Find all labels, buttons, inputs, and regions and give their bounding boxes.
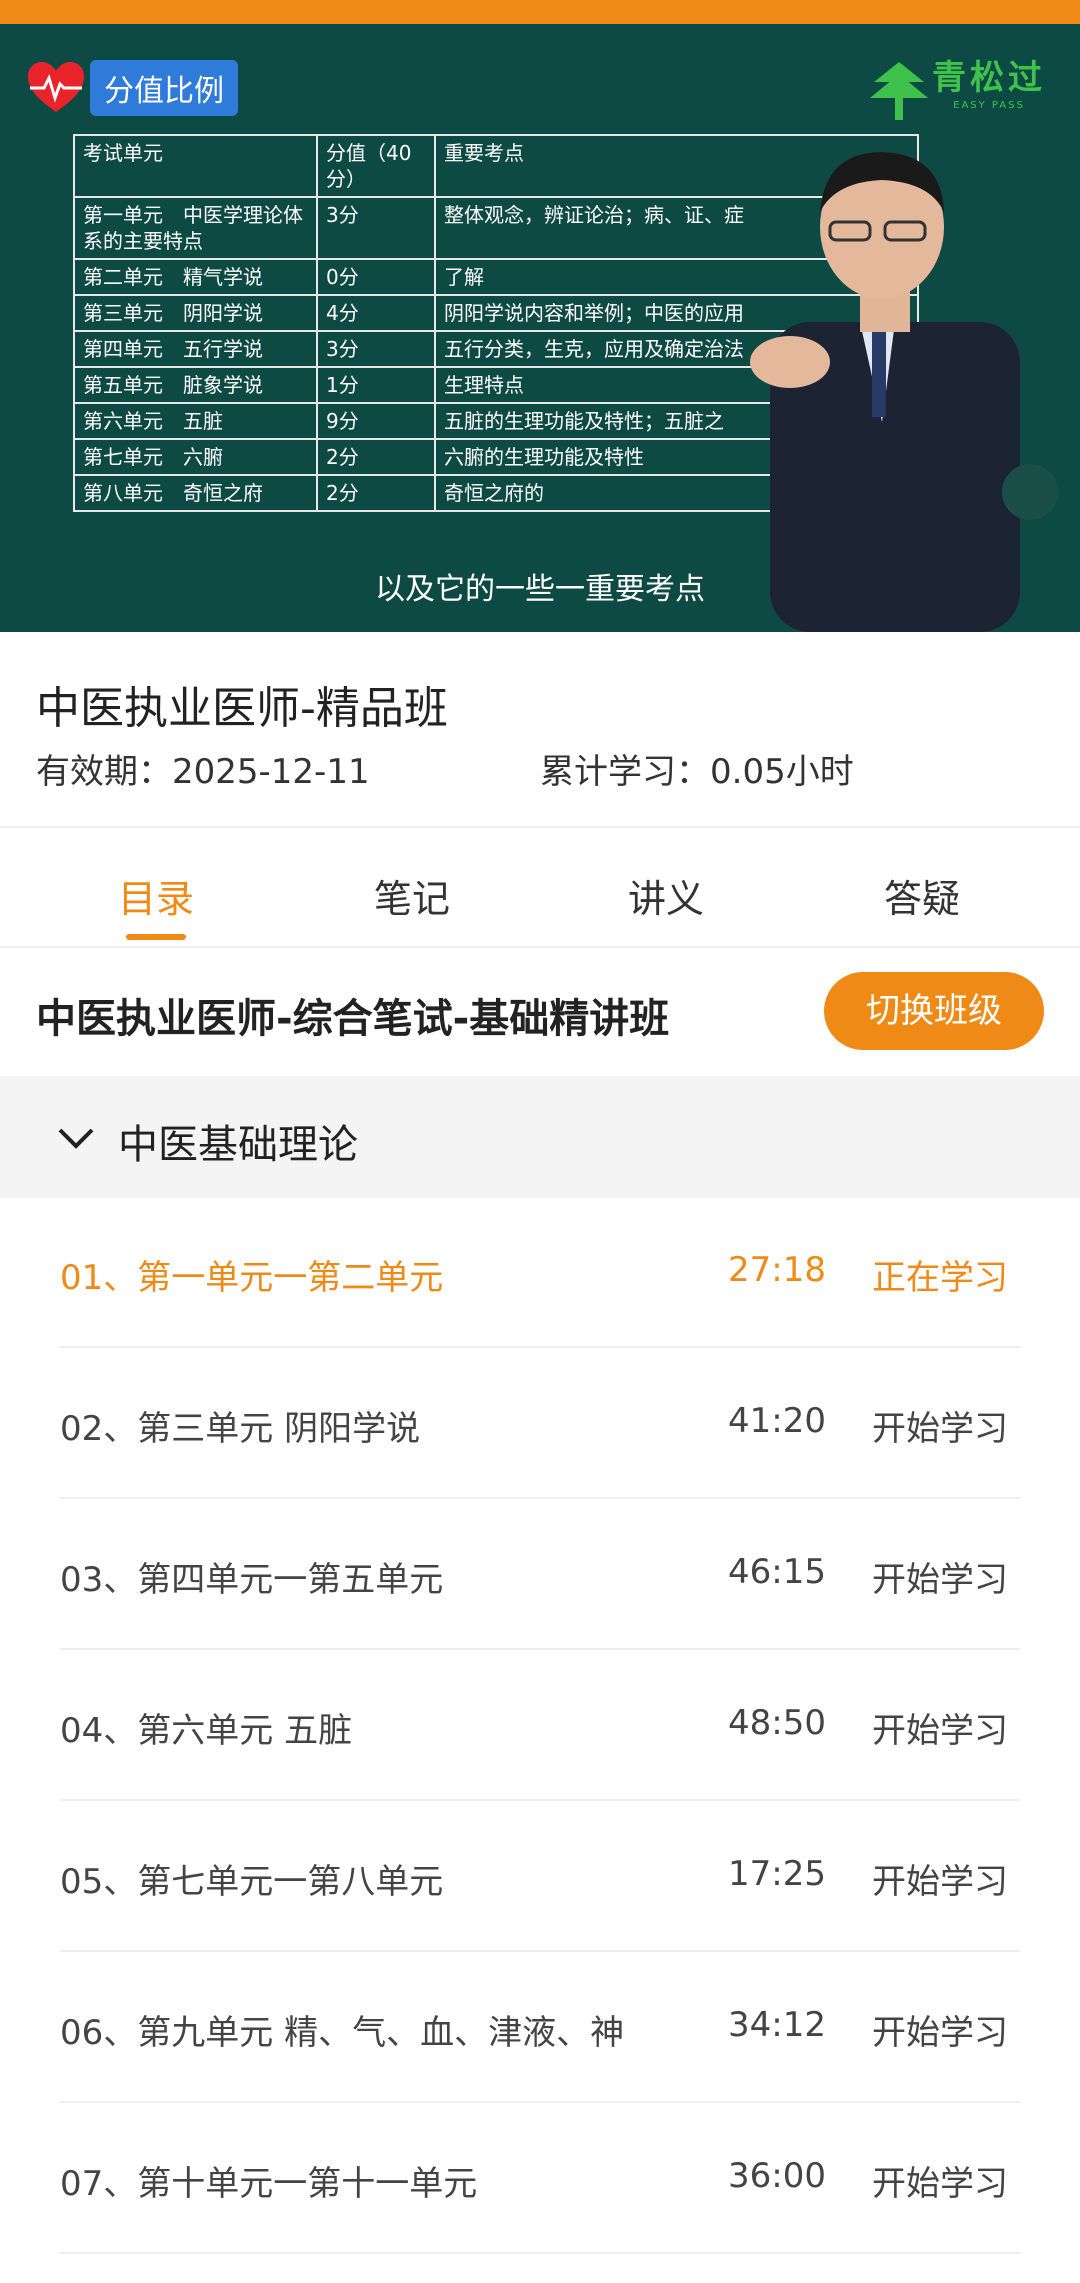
- lesson-duration: 27:18: [728, 1250, 826, 1290]
- lesson-duration: 41:20: [728, 1401, 826, 1441]
- lesson-action-button[interactable]: 开始学习: [872, 2005, 1008, 2054]
- lesson-duration: 48:50: [728, 1703, 826, 1743]
- table-cell: 2分: [316, 474, 436, 512]
- course-title: 中医执业医师-精品班: [36, 683, 448, 734]
- table-cell: 第六单元 五脏: [73, 402, 318, 440]
- table-cell: 0分: [316, 258, 436, 296]
- lesson-action-button[interactable]: 开始学习: [872, 1401, 1008, 1450]
- switch-class-button[interactable]: 切换班级: [824, 972, 1044, 1050]
- table-cell: 第八单元 奇恒之府: [73, 474, 318, 512]
- lesson-action-button[interactable]: 正在学习: [872, 1250, 1008, 1299]
- logo-text: 青松过: [932, 58, 1046, 98]
- teacher-figure: [750, 152, 1058, 632]
- slide-badge-label: 分值比例: [90, 60, 238, 116]
- lesson-action-button[interactable]: 开始学习: [872, 1703, 1008, 1752]
- class-header: 中医执业医师-综合笔试-基础精讲班 切换班级: [0, 944, 1080, 1076]
- lesson-duration: 46:15: [728, 1552, 826, 1592]
- tab-qa[interactable]: 答疑: [822, 868, 1022, 923]
- lesson-title: 02、第三单元 阴阳学说: [60, 1409, 421, 1449]
- lesson-item[interactable]: 06、第九单元 精、气、血、津液、神 34:12 开始学习: [0, 1953, 1080, 2103]
- divider: [60, 2101, 1020, 2103]
- table-header-cell: 分值（40分）: [316, 134, 436, 198]
- validity-text: 有效期：2025-12-11: [36, 752, 370, 792]
- lesson-item[interactable]: 03、第四单元一第五单元 46:15 开始学习: [0, 1500, 1080, 1650]
- table-cell: 3分: [316, 330, 436, 368]
- table-cell: 4分: [316, 294, 436, 332]
- table-cell: 第七单元 六腑: [73, 438, 318, 476]
- lesson-item[interactable]: 02、第三单元 阴阳学说 41:20 开始学习: [0, 1349, 1080, 1499]
- divider: [60, 1799, 1020, 1801]
- tab-bar: 目录 笔记 讲义 答疑: [0, 826, 1080, 948]
- lesson-action-button[interactable]: 开始学习: [872, 1552, 1008, 1601]
- table-cell: 第一单元 中医学理论体系的主要特点: [73, 196, 318, 260]
- slide-badge: 分值比例: [26, 60, 238, 116]
- lesson-title: 03、第四单元一第五单元: [60, 1560, 444, 1600]
- heart-pulse-icon: [28, 62, 84, 112]
- study-time-text: 累计学习：0.05小时: [540, 752, 854, 792]
- class-title: 中医执业医师-综合笔试-基础精讲班: [36, 996, 670, 1042]
- lesson-duration: 36:00: [728, 2156, 826, 2196]
- lesson-title: 06、第九单元 精、气、血、津液、神: [60, 2013, 625, 2053]
- tab-notes[interactable]: 笔记: [312, 868, 512, 923]
- lesson-action-button[interactable]: 开始学习: [872, 1854, 1008, 1903]
- tab-handouts[interactable]: 讲义: [566, 868, 766, 923]
- lesson-title: 05、第七单元一第八单元: [60, 1862, 444, 1902]
- table-cell: 第五单元 脏象学说: [73, 366, 318, 404]
- table-cell: 1分: [316, 366, 436, 404]
- divider: [60, 1497, 1020, 1499]
- chapter-title: 中医基础理论: [118, 1122, 358, 1168]
- video-subtitle: 以及它的一些一重要考点: [375, 572, 705, 607]
- table-cell: 第二单元 精气学说: [73, 258, 318, 296]
- logo-subtext: EASY PASS: [953, 100, 1025, 111]
- chapter-header[interactable]: 中医基础理论: [0, 1076, 1080, 1198]
- top-status-bar: [0, 0, 1080, 24]
- tab-catalog[interactable]: 目录: [56, 868, 256, 923]
- table-header-cell: 考试单元: [73, 134, 318, 198]
- lesson-duration: 17:25: [728, 1854, 826, 1894]
- lesson-duration: 34:12: [728, 2005, 826, 2045]
- divider: [60, 1648, 1020, 1650]
- lesson-action-button[interactable]: 开始学习: [872, 2156, 1008, 2205]
- divider: [60, 1950, 1020, 1952]
- lesson-item[interactable]: 01、第一单元一第二单元 27:18 正在学习: [0, 1198, 1080, 1348]
- lesson-item[interactable]: 05、第七单元一第八单元 17:25 开始学习: [0, 1802, 1080, 1952]
- table-cell: 9分: [316, 402, 436, 440]
- lesson-title: 04、第六单元 五脏: [60, 1711, 353, 1751]
- lesson-item[interactable]: 04、第六单元 五脏 48:50 开始学习: [0, 1651, 1080, 1801]
- table-cell: 第四单元 五行学说: [73, 330, 318, 368]
- table-cell: 2分: [316, 438, 436, 476]
- active-tab-indicator: [126, 934, 186, 940]
- divider: [60, 2252, 1020, 2254]
- table-cell: 3分: [316, 196, 436, 260]
- lesson-title: 01、第一单元一第二单元: [60, 1258, 444, 1298]
- divider: [60, 1346, 1020, 1348]
- chevron-down-icon: [58, 1128, 94, 1149]
- lesson-title: 07、第十单元一第十一单元: [60, 2164, 478, 2204]
- pine-tree-icon: [870, 62, 928, 120]
- brand-logo: 青松过 EASY PASS: [866, 58, 1046, 124]
- table-cell: 第三单元 阴阳学说: [73, 294, 318, 332]
- lesson-item[interactable]: 07、第十单元一第十一单元 36:00 开始学习: [0, 2104, 1080, 2254]
- video-player[interactable]: 分值比例 青松过 EASY PASS 考试单元 分值（40分） 重要考点 第一单…: [0, 24, 1080, 632]
